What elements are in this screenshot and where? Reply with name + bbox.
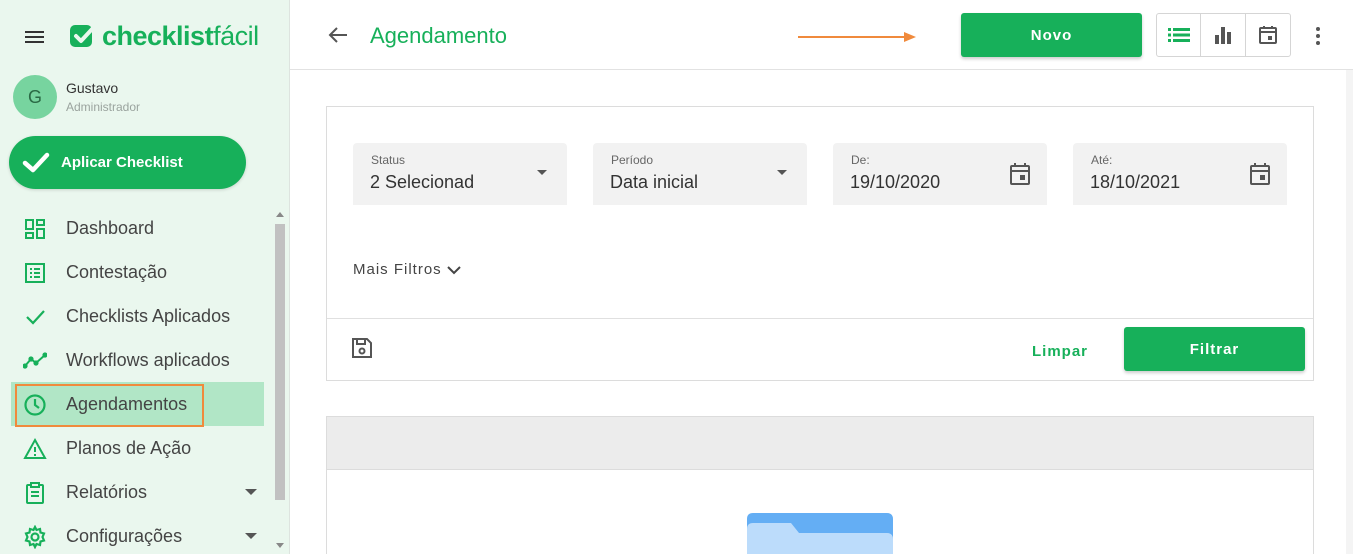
end-date-label: Até: xyxy=(1091,153,1113,167)
sidebar-item-label: Planos de Ação xyxy=(66,437,192,458)
start-date-value: 19/10/2020 xyxy=(850,172,941,192)
sidebar-item-label: Agendamentos xyxy=(66,393,188,414)
chart-view-button[interactable] xyxy=(1201,14,1246,56)
filter-card: Status 2 Selecionad Período Data inicial… xyxy=(326,106,1314,381)
sidebar-scrollbar[interactable] xyxy=(273,208,287,554)
calendar-icon[interactable] xyxy=(1249,162,1271,186)
page-scrollbar[interactable] xyxy=(1346,70,1353,554)
app: checklistfácil G Gustavo Administrador A… xyxy=(0,0,1353,554)
new-button[interactable]: Novo xyxy=(961,13,1142,57)
card-divider xyxy=(327,318,1313,319)
empty-folder-icon xyxy=(747,513,893,554)
sidebar-item-checklists-aplicados[interactable]: Checklists Aplicados xyxy=(0,294,272,338)
calendar-view-button[interactable] xyxy=(1246,14,1290,56)
clock-icon xyxy=(24,394,46,416)
annotation-arrow-icon xyxy=(798,32,916,42)
chevron-down-icon xyxy=(446,265,461,274)
scroll-down-icon[interactable] xyxy=(276,543,284,548)
status-label: Status xyxy=(371,153,406,167)
more-filters-label: Mais Filtros xyxy=(353,261,442,278)
list-icon xyxy=(25,263,45,283)
user-role: Administrador xyxy=(66,100,141,114)
back-arrow-icon[interactable] xyxy=(326,23,350,47)
status-value: 2 Selecionad xyxy=(370,172,475,192)
calendar-view-icon xyxy=(1258,26,1277,44)
user-name: Gustavo xyxy=(66,80,119,96)
scroll-up-icon[interactable] xyxy=(276,212,284,217)
status-select[interactable]: Status 2 Selecionad xyxy=(353,143,567,205)
list-view-icon xyxy=(1167,28,1190,42)
more-filters-toggle[interactable]: Mais Filtros xyxy=(353,261,462,278)
apply-checklist-label: Aplicar Checklist xyxy=(61,154,183,171)
gear-icon xyxy=(24,525,46,549)
start-date-label: De: xyxy=(851,153,870,167)
save-icon[interactable] xyxy=(351,337,373,359)
sidebar-item-workflows-aplicados[interactable]: Workflows aplicados xyxy=(0,338,272,382)
chart-view-icon xyxy=(1215,27,1232,44)
chevron-down-icon xyxy=(245,489,257,495)
view-toggle-group xyxy=(1156,13,1291,57)
scrollbar-thumb[interactable] xyxy=(275,224,285,500)
clear-button[interactable]: Limpar xyxy=(1032,343,1088,360)
sidebar-item-label: Checklists Aplicados xyxy=(66,305,231,326)
sidebar-item-dashboard[interactable]: Dashboard xyxy=(0,206,272,250)
avatar: G xyxy=(13,75,57,119)
logo-check-icon xyxy=(70,25,96,47)
filter-button[interactable]: Filtrar xyxy=(1124,327,1305,371)
sidebar-item-agendamentos[interactable]: Agendamentos xyxy=(11,382,264,426)
sidebar-item-label: Relatórios xyxy=(66,481,148,502)
end-date-field[interactable]: Até: 18/10/2021 xyxy=(1073,143,1287,205)
results-card xyxy=(326,416,1314,554)
periodo-label: Período xyxy=(611,153,654,167)
user-profile[interactable]: G Gustavo Administrador xyxy=(13,75,140,119)
end-date-value: 18/10/2021 xyxy=(1090,172,1181,192)
list-view-button[interactable] xyxy=(1157,14,1202,56)
logo[interactable]: checklistfácil xyxy=(68,18,259,54)
sidebar-item-configuracoes[interactable]: Configurações xyxy=(0,514,272,554)
sidebar-item-planos-de-acao[interactable]: Planos de Ação xyxy=(0,426,272,470)
more-options-icon[interactable] xyxy=(1310,24,1326,48)
sidebar-item-relatorios[interactable]: Relatórios xyxy=(0,470,272,514)
dropdown-arrow-icon xyxy=(537,170,547,175)
periodo-select[interactable]: Período Data inicial xyxy=(593,143,807,205)
sidebar: checklistfácil G Gustavo Administrador A… xyxy=(0,0,290,554)
chevron-down-icon xyxy=(245,533,257,539)
sidebar-item-label: Contestação xyxy=(66,261,168,282)
report-icon xyxy=(26,482,44,504)
results-header xyxy=(327,417,1313,470)
page-header: Agendamento Novo xyxy=(290,0,1353,70)
trend-icon xyxy=(23,352,47,369)
page-title: Agendamento xyxy=(370,23,507,48)
periodo-value: Data inicial xyxy=(610,172,699,192)
sidebar-item-label: Workflows aplicados xyxy=(66,349,230,370)
sidebar-item-label: Configurações xyxy=(66,525,183,546)
start-date-field[interactable]: De: 19/10/2020 xyxy=(833,143,1047,205)
check-icon xyxy=(22,152,50,172)
calendar-icon[interactable] xyxy=(1009,162,1031,186)
logo-text: checklistfácil xyxy=(102,20,259,51)
apply-checklist-button[interactable]: Aplicar Checklist xyxy=(9,136,246,189)
dropdown-arrow-icon xyxy=(777,170,787,175)
sidebar-nav: Dashboard Contestação Checklists Aplicad… xyxy=(0,206,272,554)
sidebar-item-label: Dashboard xyxy=(66,217,155,238)
hamburger-menu-icon[interactable] xyxy=(22,26,48,48)
check-icon xyxy=(26,310,45,325)
dashboard-icon xyxy=(25,219,45,239)
sidebar-item-contestacao[interactable]: Contestação xyxy=(0,250,272,294)
warning-icon xyxy=(23,437,47,459)
